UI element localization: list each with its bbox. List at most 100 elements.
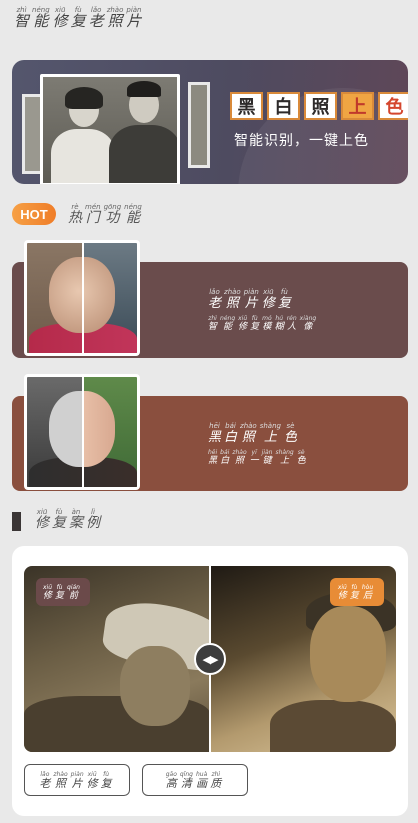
pinyin-char: néng 能 [32,6,50,29]
pinyin-char: zhào 照 [232,449,246,466]
pinyin: sè [286,422,295,430]
pinyin-char: hú 糊 [275,315,284,332]
pinyin-char: sè 色 [284,422,297,445]
pinyin-char: xiū 修 [238,315,247,332]
pinyin: rén [286,315,297,322]
pinyin-char: fù 复 [278,288,291,311]
pinyin: hú [275,315,283,322]
hanzi: 能 [33,12,49,30]
pinyin-char: fù 复 [71,6,86,29]
pinyin-char: bái 白 [224,422,237,445]
feature-title: lǎo 老 zhào 照 piàn 片 xiū 修 fù 复 [208,288,319,311]
banner-char: 黑 [230,92,263,120]
hanzi: 修 [238,322,248,332]
banner-char: 上 [341,92,374,120]
pinyin-char: lì 例 [86,508,100,531]
pinyin-char: fù 复 [101,771,112,790]
pinyin-char: yī 一 [250,449,259,466]
pinyin-char: xiū 修 [262,288,275,311]
pinyin-char: lǎo 老 [208,288,221,311]
hanzi: 清 [180,776,192,790]
hanzi: 黑 [208,456,218,466]
pinyin: yī [251,449,257,456]
pinyin-char: zhào 照 [53,771,67,790]
hanzi: 上 [263,430,277,445]
pinyin-char: zhào 照 [107,6,124,29]
pinyin: xiū [337,583,347,591]
pinyin-char: shàng 上 [275,449,293,466]
pinyin-char: xiū 修 [35,508,49,531]
before-after-compare[interactable]: ◀▶ xiū 修 fù 复 qián 前 xiū 修 fù 复 hòu 后 [24,566,396,752]
hanzi: 复 [250,322,260,332]
pinyin: fù [251,315,258,322]
case-tabs: lǎo 老 zhào 照 piàn 片 xiū 修 fù 复 gāo 高 qīng 清 huà 画 zhì 质 [24,764,248,796]
pinyin-char: xiū 修 [338,584,347,601]
stacked-photo-right [188,82,210,168]
pinyin: zhào [232,449,247,456]
pinyin-char: jiàn 键 [262,449,273,466]
pinyin: fù [280,288,288,296]
pinyin-char: rè 热 [68,203,82,226]
feature-card-old-photo-repair[interactable]: lǎo 老 zhào 照 piàn 片 xiū 修 fù 复 zhì 智 néng 能 xiū 修 fù 复 mó… [12,240,408,358]
feature-card-bw-colorize[interactable]: hēi 黑 bái 白 zhào 照 shàng 上 sè 色 hēi 黑 bái 白 zhào 照 yī 一 j… [12,374,408,491]
pinyin: xiàng [299,315,317,322]
pinyin-char: zhì 质 [210,771,221,790]
tab-old-photo-repair[interactable]: lǎo 老 zhào 照 piàn 片 xiū 修 fù 复 [24,764,130,796]
hanzi: 键 [262,456,272,466]
tab-hd-quality[interactable]: gāo 高 qīng 清 huà 画 zhì 质 [142,764,248,796]
pinyin-char: piàn 片 [126,6,141,29]
hanzi: 片 [71,776,83,790]
hanzi: 能 [223,322,233,332]
banner-char: 照 [304,92,337,120]
pinyin: sè [297,449,305,456]
cases-heading: xiū 修 fù 复 àn 案 lì 例 [12,508,103,531]
hanzi: 画 [196,776,208,790]
hanzi: 复 [55,590,65,601]
pinyin-char: hòu 后 [362,584,373,601]
pinyin-char: sè 色 [297,449,306,466]
compare-drag-handle-icon[interactable]: ◀▶ [194,643,226,675]
pinyin: bái [220,449,230,456]
pinyin-char: fù 复 [250,315,259,332]
hanzi: 前 [69,590,79,601]
hanzi: 复 [349,590,359,601]
pinyin-char: xiū 修 [53,6,68,29]
pinyin: mó [262,315,272,322]
old-man-thumbnail [24,374,140,490]
pinyin: lǎo [209,288,220,296]
banner-char: 色 [378,92,408,120]
pinyin: fù [351,583,358,591]
banner-char: 白 [267,92,300,120]
hanzi: 修 [86,776,98,790]
pinyin: néng [220,315,236,322]
pinyin: fù [56,583,63,591]
pinyin-char: mó 模 [262,315,272,332]
pinyin-char: qián 前 [67,584,80,601]
hanzi: 上 [280,456,290,466]
hanzi: 白 [224,430,238,445]
hanzi: 模 [262,322,272,332]
pinyin-char: piàn 片 [244,288,259,311]
banner-headline: 黑 白 照 上 色 [230,92,408,120]
pinyin-char: shàng 上 [260,422,281,445]
pinyin-char: zhì 智 [208,315,217,332]
hanzi: 照 [225,296,239,311]
hanzi: 案 [69,515,83,531]
hanzi: 高 [165,776,177,790]
hanzi: 片 [126,12,142,30]
old-woman-thumbnail [24,240,140,356]
hanzi: 白 [220,456,230,466]
banner-subtitle: 智能识别，一键上色 [234,133,369,149]
pinyin-char: fù 复 [350,584,359,601]
pinyin: hēi [208,449,218,456]
colorize-banner[interactable]: 黑 白 照 上 色 智能识别，一键上色 [12,60,408,184]
pinyin-char: lǎo 老 [89,6,104,29]
hanzi: 复 [70,12,86,30]
pinyin: hòu [361,583,374,591]
feature-title: hēi 黑 bái 白 zhào 照 shàng 上 sè 色 [208,422,309,445]
hot-section-title: rè 热 mén 门 gōng 功 néng 能 [68,203,145,226]
hanzi: 片 [244,296,258,311]
page-title: zhì 智 néng 能 xiū 修 fù 复 lǎo 老 zhào 照 piàn 片 [14,6,145,29]
pinyin: bái [225,422,236,430]
after-tag: xiū 修 fù 复 hòu 后 [330,578,384,606]
